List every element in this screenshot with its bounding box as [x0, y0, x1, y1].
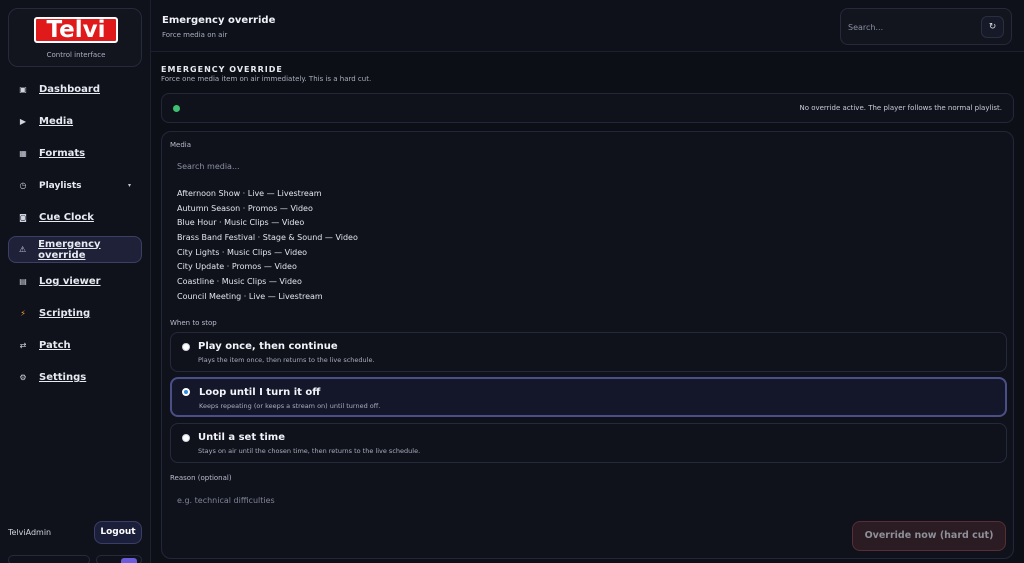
media-label: Media [170, 141, 192, 149]
sidebar-item-patch[interactable]: ⇄ Patch [8, 332, 142, 359]
sidebar-item-playlists[interactable]: ◷ Playlists ▾ [8, 172, 142, 199]
sidebar-item-emergency-override[interactable]: ⚠ Emergency override [8, 236, 142, 263]
section-title: EMERGENCY OVERRIDE [161, 65, 283, 74]
sidebar-item-dashboard[interactable]: ▣ Dashboard [8, 76, 142, 103]
dashboard-icon: ▣ [19, 85, 27, 94]
media-list-item[interactable]: Autumn Season · Promos — Video [177, 202, 358, 217]
option-title: Loop until I turn it off [199, 387, 321, 398]
sidebar-item-label: Log viewer [39, 276, 101, 287]
option-title: Until a set time [198, 432, 285, 443]
media-list-item[interactable]: City Lights · Music Clips — Video [177, 246, 358, 261]
media-list-item[interactable]: Blue Hour · Music Clips — Video [177, 216, 358, 231]
clock-icon: ◷ [19, 181, 27, 190]
sidebar-item-label: Media [39, 116, 74, 127]
stop-option-play-once[interactable]: Play once, then continue Plays the item … [170, 332, 1007, 372]
override-now-button[interactable]: Override now (hard cut) [852, 521, 1006, 551]
media-list: Afternoon Show · Live — Livestream Autum… [177, 187, 358, 305]
toggle-knob [121, 558, 137, 563]
override-status: No override active. The player follows t… [161, 93, 1014, 123]
username: TelviAdmin [8, 528, 52, 537]
chevron-down-icon[interactable]: ▾ [128, 182, 131, 189]
sidebar-footer-control[interactable] [8, 555, 90, 563]
sidebar-item-cue-clock[interactable]: ◙ Cue Clock [8, 204, 142, 231]
radio-unchecked-icon[interactable] [182, 343, 190, 351]
sidebar-item-log-viewer[interactable]: ▤ Log viewer [8, 268, 142, 295]
sidebar-nav: ▣ Dashboard ▶ Media ▦ Formats ◷ Playlist… [8, 76, 142, 396]
brand-subtitle: Control interface [46, 51, 106, 59]
refresh-icon[interactable]: ↻ [981, 16, 1004, 38]
media-list-item[interactable]: Brass Band Festival · Stage & Sound — Vi… [177, 231, 358, 246]
option-description: Keeps repeating (or keeps a stream on) u… [199, 402, 381, 410]
sidebar-item-label: Cue Clock [39, 212, 94, 223]
patch-icon: ⇄ [19, 341, 27, 350]
option-title: Play once, then continue [198, 341, 338, 352]
sidebar-item-label: Patch [39, 340, 71, 351]
settings-icon: ⚙ [19, 373, 27, 382]
media-search-input[interactable] [177, 159, 477, 173]
option-description: Stays on air until the chosen time, then… [198, 447, 421, 455]
play-icon: ▶ [19, 117, 27, 126]
status-indicator-icon [173, 105, 180, 112]
media-list-item[interactable]: Council Meeting · Live — Livestream [177, 290, 358, 305]
sidebar-item-label: Settings [39, 372, 87, 383]
search-box: ↻ [840, 8, 1012, 45]
page-subtitle: Force media on air [162, 31, 228, 39]
search-input[interactable] [848, 20, 973, 34]
override-form: Media Afternoon Show · Live — Livestream… [161, 131, 1014, 559]
grid-icon: ▦ [19, 149, 27, 158]
sidebar-item-settings[interactable]: ⚙ Settings [8, 364, 142, 391]
stop-option-loop[interactable]: Loop until I turn it off Keeps repeating… [170, 377, 1007, 417]
sidebar: Telvi Control interface ▣ Dashboard ▶ Me… [0, 0, 151, 563]
media-list-item[interactable]: City Update · Promos — Video [177, 260, 358, 275]
sidebar-item-media[interactable]: ▶ Media [8, 108, 142, 135]
media-list-item[interactable]: Afternoon Show · Live — Livestream [177, 187, 358, 202]
sidebar-item-formats[interactable]: ▦ Formats [8, 140, 142, 167]
sidebar-item-label: Formats [39, 148, 86, 159]
stop-option-until-time[interactable]: Until a set time Stays on air until the … [170, 423, 1007, 463]
page-header: Emergency override Force media on air ↻ [151, 0, 1024, 52]
option-description: Plays the item once, then returns to the… [198, 356, 375, 364]
radio-unchecked-icon[interactable] [182, 434, 190, 442]
cue-clock-icon: ◙ [19, 213, 27, 222]
log-icon: ▤ [19, 277, 27, 286]
user-row: TelviAdmin Logout [8, 521, 142, 544]
scripting-icon: ⚡ [20, 309, 26, 318]
sidebar-item-label: Scripting [39, 308, 91, 319]
telvi-logo[interactable]: Telvi [34, 17, 118, 43]
when-to-stop-label: When to stop [170, 319, 217, 327]
page-title: Emergency override [162, 15, 276, 26]
status-text: No override active. The player follows t… [799, 104, 1002, 112]
radio-checked-icon[interactable] [182, 388, 190, 396]
reason-input[interactable] [177, 493, 477, 507]
reason-label: Reason (optional) [170, 474, 232, 482]
logout-button[interactable]: Logout [94, 521, 142, 544]
sidebar-item-label: Emergency override [38, 238, 101, 261]
warning-icon: ⚠ [18, 245, 27, 254]
media-list-item[interactable]: Coastline · Music Clips — Video [177, 275, 358, 290]
sidebar-item-label: Dashboard [39, 84, 100, 95]
sidebar-item-label: Playlists [39, 180, 82, 191]
sidebar-item-scripting[interactable]: ⚡ Scripting [8, 300, 142, 327]
section-subtitle: Force one media item on air immediately.… [161, 75, 372, 83]
brand-card: Telvi Control interface [8, 8, 142, 67]
sidebar-footer-toggle[interactable] [96, 555, 142, 563]
